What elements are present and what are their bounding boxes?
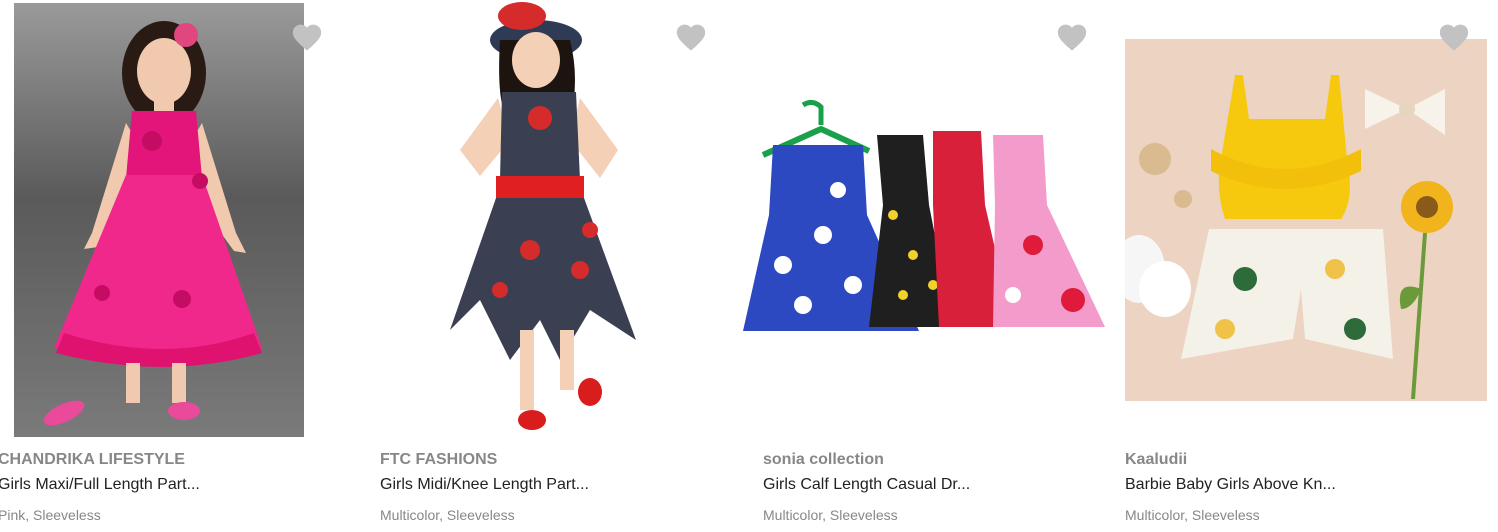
product-brand: sonia collection <box>763 451 884 468</box>
product-card[interactable]: sonia collection Girls Calf Length Casua… <box>743 0 1133 532</box>
product-image-area[interactable] <box>1125 0 1495 440</box>
product-image-area[interactable] <box>380 0 750 440</box>
heart-icon[interactable] <box>674 20 708 52</box>
product-card[interactable]: Kaaludii Barbie Baby Girls Above Kn... M… <box>1125 0 1495 532</box>
product-image-area[interactable] <box>0 0 368 440</box>
heart-icon[interactable] <box>290 20 324 52</box>
heart-icon[interactable] <box>1437 20 1471 52</box>
product-image[interactable] <box>14 3 304 437</box>
product-meta: Multicolor, Sleeveless <box>1125 507 1260 523</box>
product-image[interactable] <box>1125 39 1487 401</box>
product-title[interactable]: Girls Midi/Knee Length Part... <box>380 476 589 494</box>
product-brand: FTC FASHIONS <box>380 451 498 468</box>
product-brand: Kaaludii <box>1125 451 1188 468</box>
product-title[interactable]: Girls Maxi/Full Length Part... <box>0 476 200 494</box>
product-meta: Pink, Sleeveless <box>0 507 101 523</box>
product-card[interactable]: FTC FASHIONS Girls Midi/Knee Length Part… <box>380 0 750 532</box>
product-grid: CHANDRIKA LIFESTYLE Girls Maxi/Full Leng… <box>0 0 1498 532</box>
product-title[interactable]: Barbie Baby Girls Above Kn... <box>1125 476 1336 494</box>
product-title[interactable]: Girls Calf Length Casual Dr... <box>763 476 970 494</box>
product-meta: Multicolor, Sleeveless <box>380 507 515 523</box>
product-brand: CHANDRIKA LIFESTYLE <box>0 451 185 468</box>
product-image[interactable] <box>743 95 1105 340</box>
product-card[interactable]: CHANDRIKA LIFESTYLE Girls Maxi/Full Leng… <box>0 0 368 532</box>
heart-icon[interactable] <box>1055 20 1089 52</box>
product-image-area[interactable] <box>743 0 1133 440</box>
product-image[interactable] <box>440 0 690 440</box>
product-meta: Multicolor, Sleeveless <box>763 507 898 523</box>
